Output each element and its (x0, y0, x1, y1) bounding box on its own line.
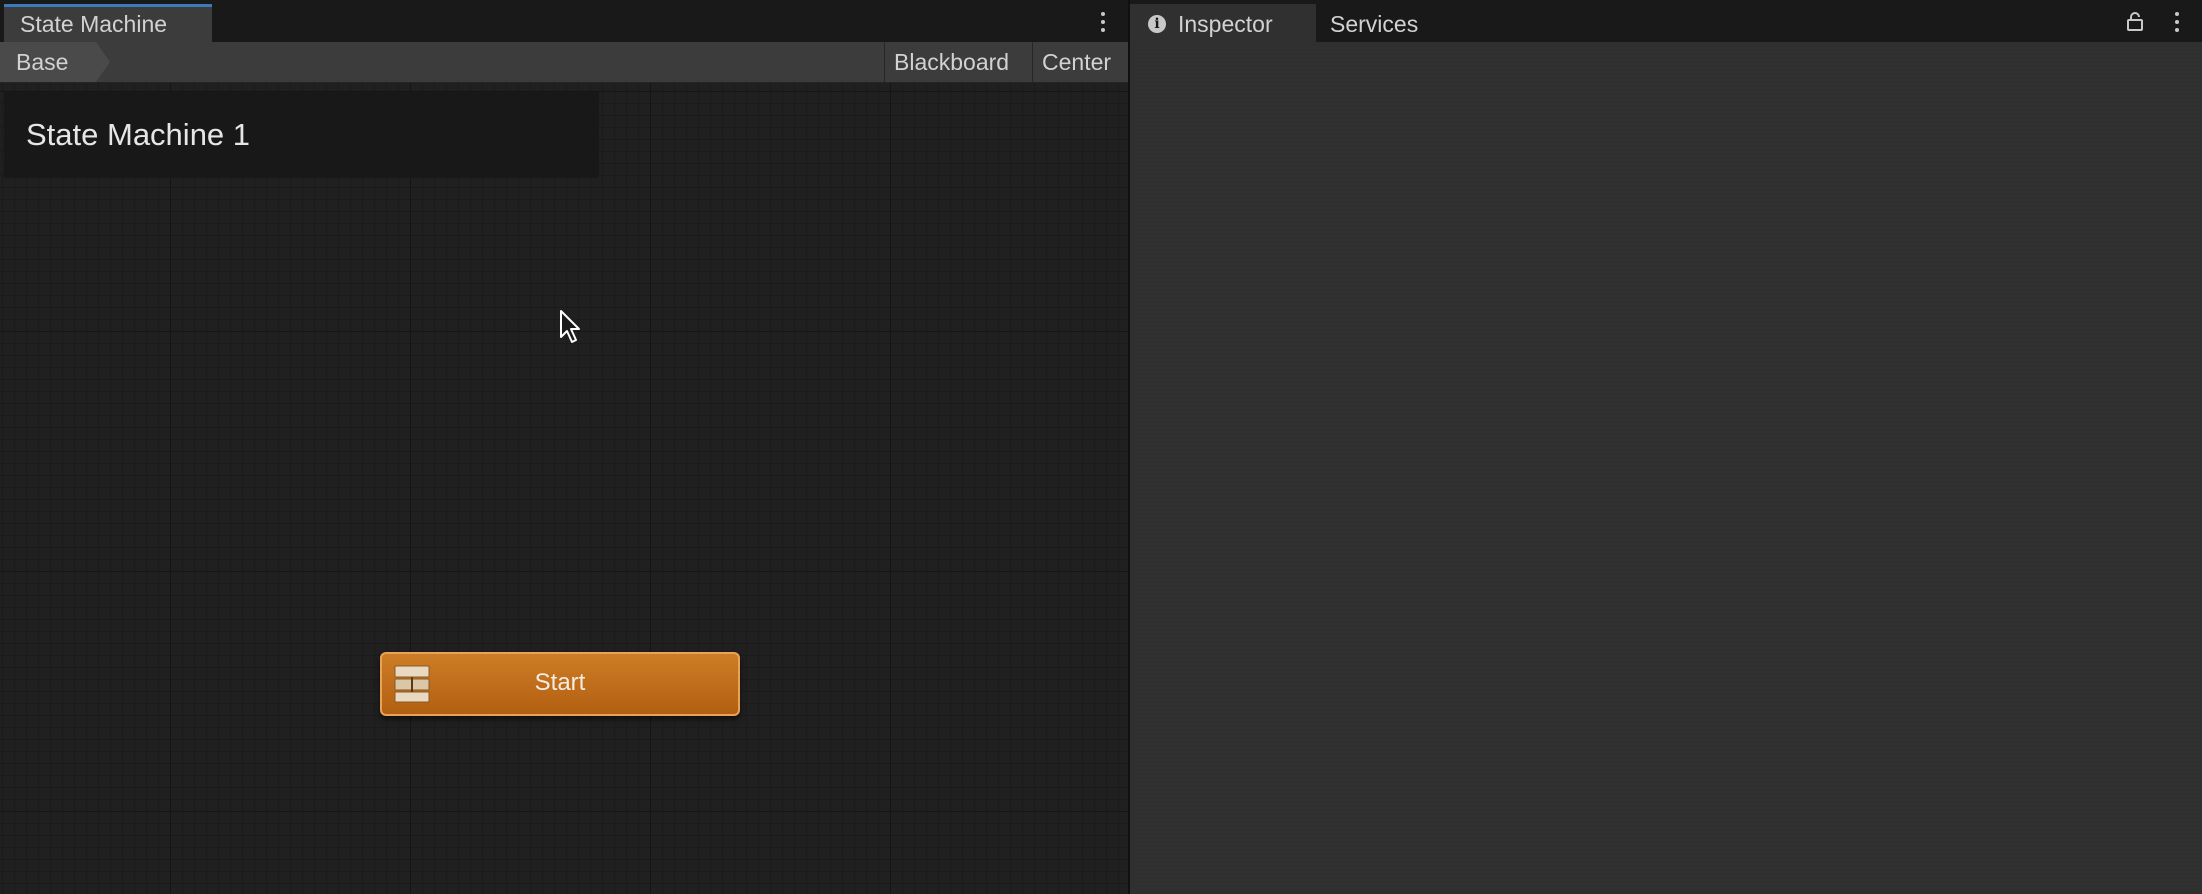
breadcrumb-base[interactable]: Base (0, 42, 96, 82)
start-node-label: Start (534, 669, 586, 696)
graph-toolbar: Base Blackboard Center (0, 42, 1128, 83)
tab-inspector-label: Inspector (1178, 11, 1273, 37)
tab-services-label: Services (1330, 11, 1419, 37)
more-options-icon[interactable] (1100, 12, 1106, 34)
tab-services[interactable]: Services (1330, 4, 1418, 42)
info-icon: i (1148, 15, 1166, 33)
breadcrumb-arrow-icon (96, 42, 110, 82)
start-node[interactable]: Start (380, 652, 740, 716)
editor-root: State Machine Base Blackboard Center Sta… (0, 0, 2202, 894)
tab-inspector[interactable]: i Inspector (1130, 4, 1316, 42)
mouse-cursor-icon (560, 310, 580, 343)
tab-state-machine[interactable]: State Machine (4, 4, 212, 42)
center-button[interactable]: Center (1032, 42, 1128, 82)
inspector-window: i Inspector Services (1130, 0, 2202, 894)
blackboard-button[interactable]: Blackboard (884, 42, 1032, 82)
inspector-tabbar: i Inspector Services (1130, 0, 2202, 42)
graph-title: State Machine 1 (4, 92, 599, 178)
more-options-icon[interactable] (2174, 12, 2180, 34)
graph-canvas[interactable]: State Machine 1 Start (0, 83, 1128, 894)
state-machine-tabbar: State Machine (0, 0, 1128, 43)
lock-icon[interactable] (2126, 11, 2144, 31)
state-machine-window: State Machine Base Blackboard Center Sta… (0, 0, 1128, 894)
